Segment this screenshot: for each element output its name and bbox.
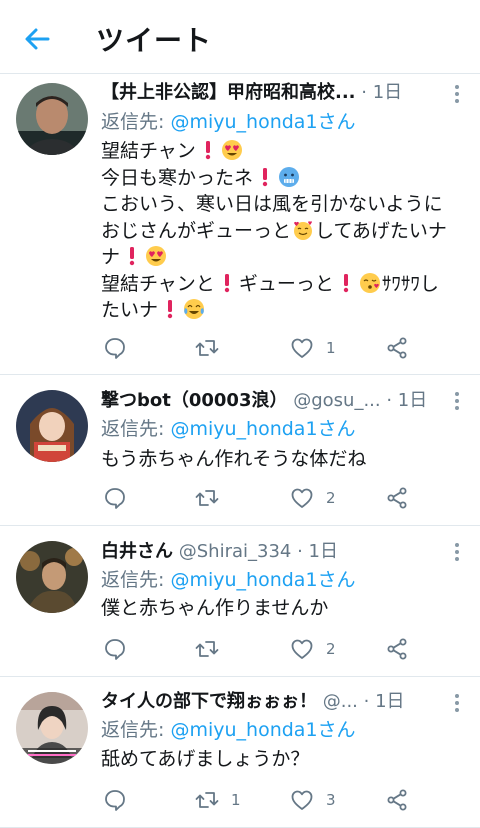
retweet-icon <box>195 340 219 356</box>
like-button[interactable]: 2 <box>290 484 336 512</box>
more-options-icon[interactable] <box>452 392 462 414</box>
reply-context: 返信先: @miyu_honda1さん <box>101 418 356 440</box>
tweet-text: 望結チャン 今日も寒かったネ こおいう、寒い日は風を引かないように おじさんがギ… <box>101 140 447 321</box>
tweet[interactable]: タイ人の部下で翔ぉぉぉ！ @... · 1日 返信先: @miyu_honda1… <box>0 678 480 828</box>
retweet-icon <box>195 792 219 808</box>
reply-to-link[interactable]: @miyu_honda1さん <box>170 569 355 591</box>
separator-dot: · <box>357 691 376 712</box>
back-arrow-icon[interactable] <box>22 24 52 54</box>
avatar[interactable] <box>16 83 88 155</box>
like-button[interactable]: 3 <box>290 786 336 814</box>
avatar[interactable] <box>16 541 88 613</box>
share-icon <box>387 789 407 811</box>
exclamation-emoji-icon <box>205 141 211 160</box>
avatar[interactable] <box>16 390 88 462</box>
reply-button[interactable] <box>103 635 139 663</box>
reply-to-link[interactable]: @miyu_honda1さん <box>170 719 355 741</box>
reply-context: 返信先: @miyu_honda1さん <box>101 719 356 741</box>
more-options-icon[interactable] <box>452 543 462 565</box>
reply-icon <box>105 639 125 660</box>
timestamp: 1日 <box>308 541 338 562</box>
like-count: 2 <box>326 489 336 507</box>
reply-button[interactable] <box>103 334 139 362</box>
tweet-actions: 2 <box>101 635 441 663</box>
heart-icon <box>291 488 313 508</box>
reply-context: 返信先: @miyu_honda1さん <box>101 111 356 133</box>
heart-eyes-emoji-icon <box>146 246 167 266</box>
reply-button[interactable] <box>103 484 139 512</box>
tears-of-joy-emoji-icon <box>184 299 205 319</box>
user-handle[interactable]: @... <box>323 691 358 712</box>
share-icon <box>387 337 407 359</box>
timestamp: 1日 <box>375 691 405 712</box>
tweet-actions: 1 3 <box>101 786 441 814</box>
avatar[interactable] <box>16 692 88 764</box>
exclamation-emoji-icon <box>343 273 349 292</box>
cold-face-emoji-icon <box>279 166 300 187</box>
tweet-actions: 1 <box>101 334 441 362</box>
display-name[interactable]: 【井上非公認】甲府昭和高校... <box>101 82 356 103</box>
display-name[interactable]: 白井さん <box>101 541 173 562</box>
reply-icon <box>105 790 125 811</box>
share-icon <box>387 638 407 660</box>
share-button[interactable] <box>385 635 409 663</box>
more-options-icon[interactable] <box>452 694 462 716</box>
separator-dot: · <box>380 390 398 411</box>
heart-icon <box>291 639 313 659</box>
separator-dot: · <box>291 541 309 562</box>
like-button[interactable]: 1 <box>290 334 336 362</box>
retweet-button[interactable] <box>195 635 231 663</box>
retweet-icon <box>195 490 219 506</box>
user-handle[interactable]: @Shirai_334 <box>179 541 292 562</box>
tweet-actions: 2 <box>101 484 441 512</box>
display-name[interactable]: タイ人の部下で翔ぉぉぉ！ <box>101 691 317 712</box>
retweet-button[interactable]: 1 <box>195 786 241 814</box>
smiling-hearts-emoji-icon <box>294 220 313 240</box>
like-count: 3 <box>326 791 336 809</box>
share-button[interactable] <box>385 484 409 512</box>
reply-button[interactable] <box>103 786 139 814</box>
exclamation-emoji-icon <box>224 273 230 292</box>
share-icon <box>387 487 407 509</box>
page-title: ツイート <box>96 24 213 57</box>
reply-icon <box>105 338 125 359</box>
timestamp: 1日 <box>397 390 428 411</box>
display-name[interactable]: 撃つbot（00003浪） <box>101 390 287 411</box>
heart-eyes-emoji-icon <box>221 140 242 160</box>
reply-to-link[interactable]: @miyu_honda1さん <box>170 418 355 440</box>
reply-icon <box>105 488 125 509</box>
like-count: 2 <box>326 640 336 658</box>
kissing-heart-emoji-icon <box>359 272 380 293</box>
user-handle[interactable]: @gosu_... <box>293 390 380 411</box>
top-bar: ツイート <box>0 0 480 74</box>
share-button[interactable] <box>385 334 409 362</box>
retweet-count: 1 <box>231 791 241 809</box>
exclamation-emoji-icon <box>262 167 268 186</box>
share-button[interactable] <box>385 786 409 814</box>
more-options-icon[interactable] <box>452 85 462 107</box>
exclamation-emoji-icon <box>129 247 135 266</box>
tweet-text: 舐めてあげましょうか？ <box>101 748 310 770</box>
tweet[interactable]: 白井さん @Shirai_334 · 1日 返信先: @miyu_honda1さ… <box>0 527 480 677</box>
like-button[interactable]: 2 <box>290 635 336 663</box>
retweet-button[interactable] <box>195 334 231 362</box>
retweet-button[interactable] <box>195 484 231 512</box>
heart-icon <box>291 790 313 810</box>
heart-icon <box>291 338 313 358</box>
retweet-icon <box>195 641 219 657</box>
like-count: 1 <box>326 339 336 357</box>
timestamp: 1日 <box>372 82 403 103</box>
exclamation-emoji-icon <box>167 300 173 319</box>
separator-dot: · <box>361 82 373 103</box>
reply-to-link[interactable]: @miyu_honda1さん <box>170 111 355 133</box>
reply-context: 返信先: @miyu_honda1さん <box>101 569 356 591</box>
tweet-text: 僕と赤ちゃん作りませんか <box>101 597 329 619</box>
tweet-text: もう赤ちゃん作れそうな体だね <box>101 448 367 470</box>
tweet[interactable]: 【井上非公認】甲府昭和高校... · 1日 返信先: @miyu_honda1さ… <box>0 75 480 375</box>
tweet[interactable]: 撃つbot（00003浪） @gosu_... · 1日 返信先: @miyu_… <box>0 376 480 526</box>
